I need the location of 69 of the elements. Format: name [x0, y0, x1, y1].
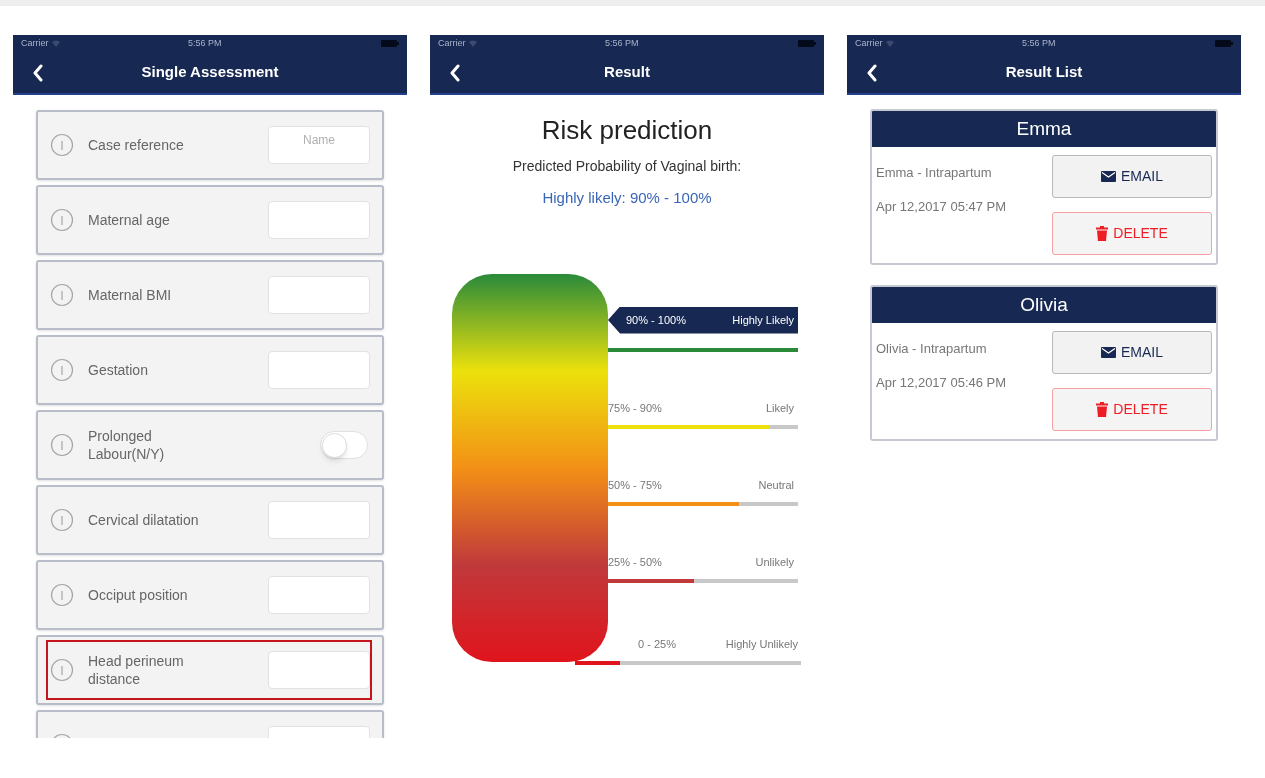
- email-button[interactable]: EMAIL: [1052, 331, 1212, 374]
- text-input[interactable]: [268, 501, 370, 539]
- trash-icon: [1096, 226, 1109, 241]
- text-input[interactable]: [268, 201, 370, 239]
- envelope-icon: [1101, 347, 1116, 358]
- back-icon: [31, 64, 43, 82]
- back-icon: [448, 64, 460, 82]
- text-input[interactable]: Name: [268, 126, 370, 164]
- text-input[interactable]: [268, 276, 370, 314]
- info-icon: [50, 658, 74, 682]
- screen-title: Result: [604, 62, 650, 83]
- info-icon: [50, 433, 74, 457]
- wifi-icon: [51, 40, 60, 47]
- envelope-icon: [1101, 171, 1116, 182]
- trash-icon: [1096, 402, 1109, 417]
- wifi-icon: [885, 40, 894, 47]
- text-input[interactable]: [268, 351, 370, 389]
- range-label: 90% - 100%: [626, 312, 686, 328]
- toggle-switch[interactable]: [320, 431, 368, 459]
- result-description: Emma - Intrapartum: [876, 164, 993, 182]
- info-icon: [50, 208, 74, 232]
- likelihood-label: Likely: [765, 401, 794, 416]
- likelihood-label: Unlikely: [755, 555, 794, 570]
- info-icon: [50, 583, 74, 607]
- battery-icon: [1215, 40, 1233, 47]
- text-input[interactable]: [268, 576, 370, 614]
- text-input[interactable]: [268, 651, 370, 689]
- result-value: Highly likely: 90% - 100%: [542, 188, 712, 208]
- likelihood-label: Highly Unlikely: [725, 637, 798, 652]
- info-icon: [50, 283, 74, 307]
- carrier-name: Carrier: [855, 36, 883, 50]
- status-time: 5:56 PM: [188, 36, 222, 50]
- result-subtitle: Predicted Probability of Vaginal birth:: [512, 157, 742, 176]
- field-label: Head perineum distance: [88, 652, 185, 688]
- range-label: 50% - 75%: [608, 478, 662, 493]
- field-label: Gestation: [88, 361, 149, 379]
- delete-button[interactable]: DELETE: [1052, 388, 1212, 431]
- field-label: Case reference: [88, 136, 185, 154]
- range-label: 25% - 50%: [608, 555, 662, 570]
- result-description: Olivia - Intrapartum: [876, 340, 988, 358]
- carrier-name: Carrier: [21, 36, 49, 50]
- field-label: Prolonged Labour(N/Y): [88, 427, 166, 463]
- result-date: Apr 12,2017 05:46 PM: [876, 373, 1007, 392]
- email-button[interactable]: EMAIL: [1052, 155, 1212, 198]
- field-label: Maternal BMI: [88, 286, 173, 304]
- info-icon: [50, 358, 74, 382]
- info-icon: [50, 133, 74, 157]
- range-label: 75% - 90%: [608, 401, 662, 416]
- battery-icon: [381, 40, 399, 47]
- wifi-icon: [468, 40, 477, 47]
- likelihood-label: Neutral: [758, 478, 794, 493]
- field-label: Maternal age: [88, 211, 171, 229]
- result-name: Olivia: [872, 287, 1216, 323]
- screen-title: Result List: [1005, 62, 1083, 83]
- back-icon: [865, 64, 877, 82]
- result-name: Emma: [872, 111, 1216, 147]
- status-time: 5:56 PM: [605, 36, 639, 50]
- result-heading: Risk prediction: [541, 114, 713, 147]
- range-label: 0 - 25%: [638, 637, 676, 652]
- field-label: Occiput position: [88, 586, 189, 604]
- carrier-name: Carrier: [438, 36, 466, 50]
- likelihood-label: Highly Likely: [732, 312, 794, 328]
- status-time: 5:56 PM: [1022, 36, 1056, 50]
- battery-icon: [798, 40, 816, 47]
- info-icon: [50, 508, 74, 532]
- result-date: Apr 12,2017 05:47 PM: [876, 197, 1007, 216]
- screen-title: Single Assessment: [141, 62, 279, 83]
- field-label: Cervical dilatation: [88, 511, 200, 529]
- delete-button[interactable]: DELETE: [1052, 212, 1212, 255]
